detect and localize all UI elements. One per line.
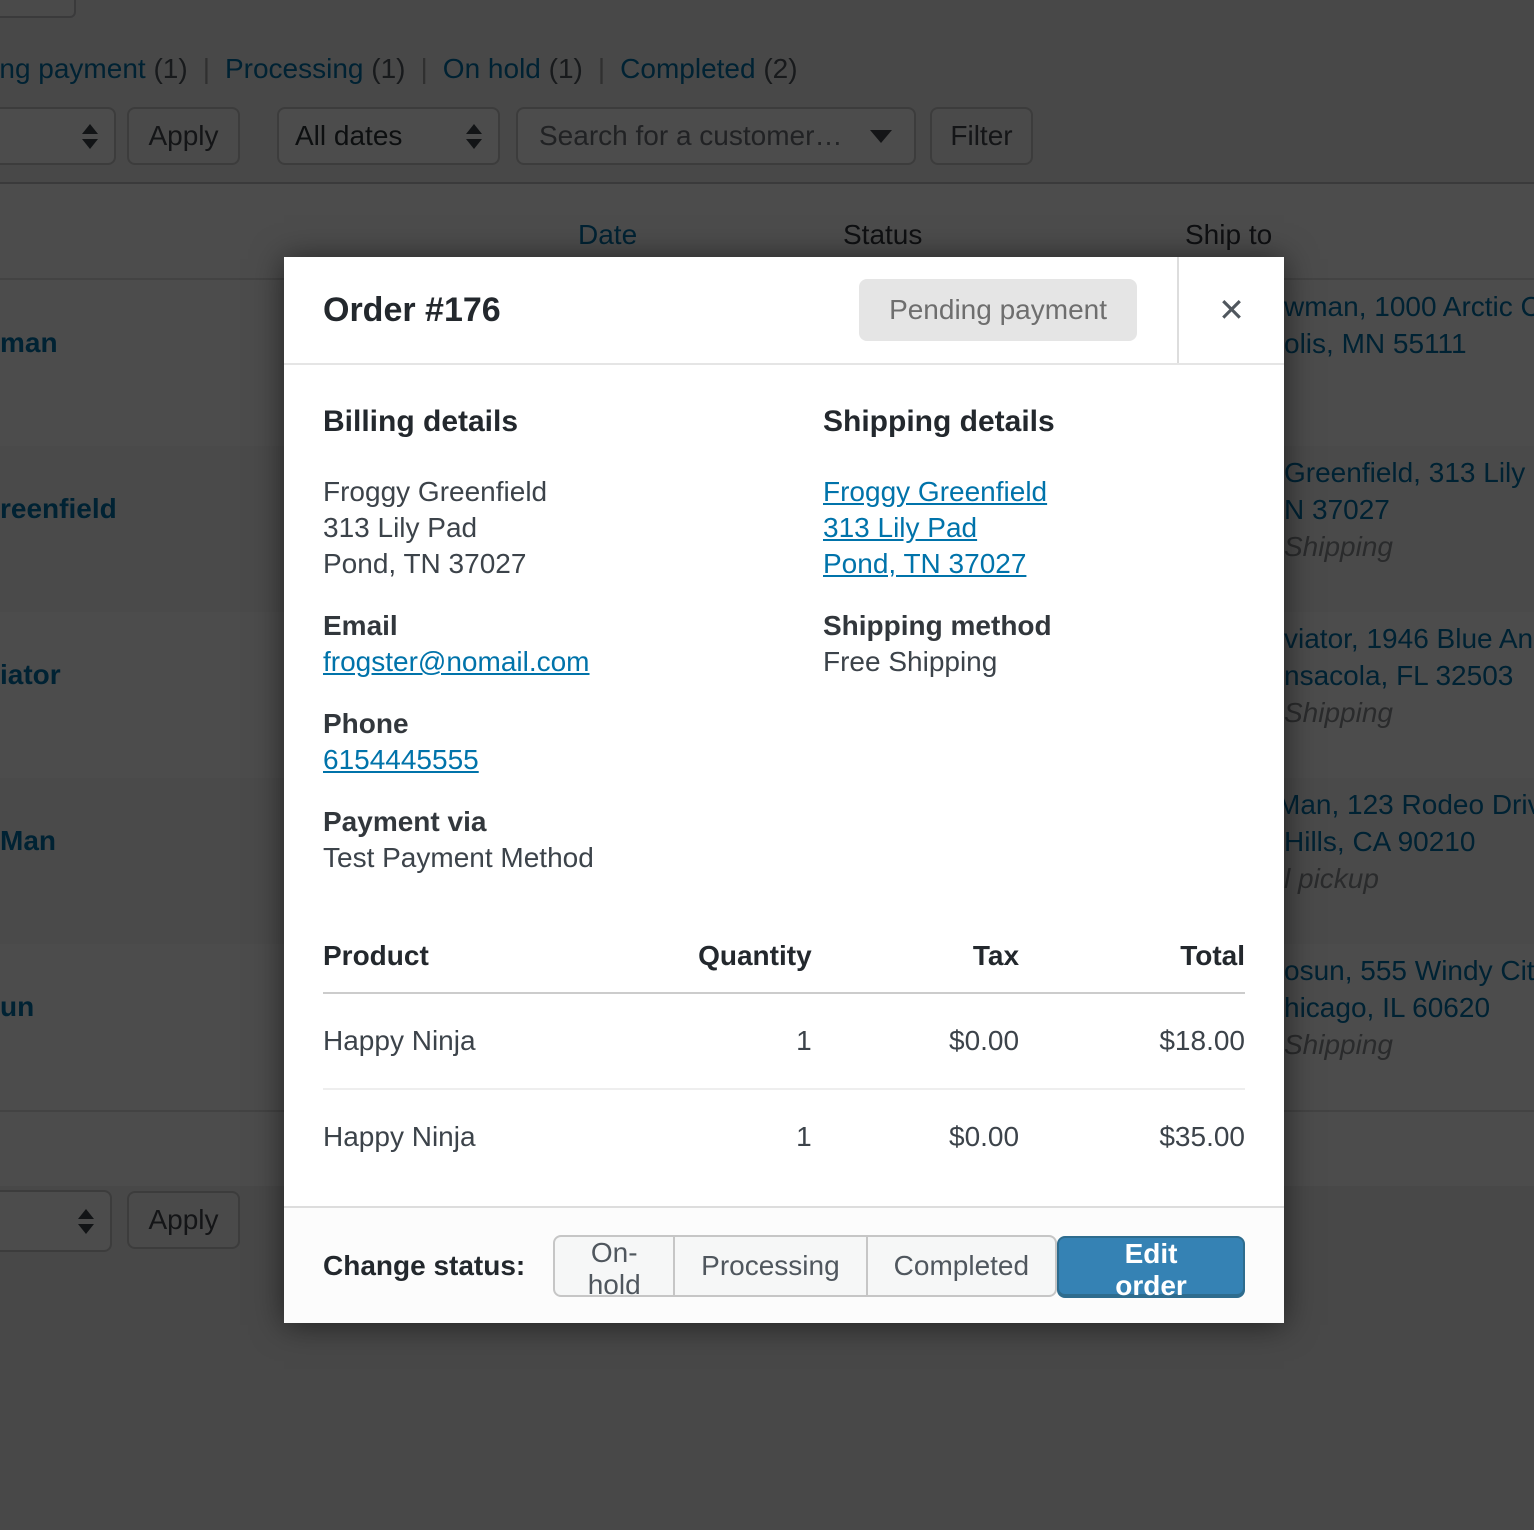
item-quantity: 1 <box>600 993 812 1089</box>
item-product: Happy Ninja <box>323 993 600 1089</box>
status-button-processing[interactable]: Processing <box>673 1235 868 1297</box>
billing-email-group: Email frogster@nomail.com <box>323 608 823 680</box>
items-column-total: Total <box>1019 940 1245 993</box>
order-item-row: Happy Ninja 1 $0.00 $18.00 <box>323 993 1245 1089</box>
change-status-button-group: On-hold Processing Completed <box>553 1235 1057 1297</box>
close-modal-button[interactable]: ✕ <box>1177 257 1284 363</box>
order-status-badge: Pending payment <box>859 279 1137 341</box>
orders-admin-screen: nding payment (1) | Processing (1) | On … <box>0 0 1534 1530</box>
shipping-address-link[interactable]: 313 Lily Pad <box>823 512 977 543</box>
phone-link[interactable]: 6154445555 <box>323 744 479 775</box>
shipping-details-heading: Shipping details <box>823 403 1245 441</box>
item-total: $18.00 <box>1019 993 1245 1089</box>
billing-details-heading: Billing details <box>323 403 823 441</box>
payment-method: Test Payment Method <box>323 840 823 876</box>
shipping-method-group: Shipping method Free Shipping <box>823 608 1245 680</box>
billing-details-section: Billing details Froggy Greenfield 313 Li… <box>323 365 823 876</box>
items-column-tax: Tax <box>812 940 1019 993</box>
status-button-on-hold[interactable]: On-hold <box>553 1235 675 1297</box>
billing-name: Froggy Greenfield <box>323 474 823 510</box>
billing-address-line: Pond, TN 37027 <box>323 546 823 582</box>
order-item-row: Happy Ninja 1 $0.00 $35.00 <box>323 1089 1245 1184</box>
modal-header: Order #176 Pending payment ✕ <box>284 257 1284 365</box>
billing-phone-group: Phone 6154445555 <box>323 706 823 778</box>
billing-address-line: 313 Lily Pad <box>323 510 823 546</box>
shipping-method-value: Free Shipping <box>823 644 1245 680</box>
shipping-address-link[interactable]: Pond, TN 37027 <box>823 548 1026 579</box>
order-title: Order #176 <box>323 291 859 330</box>
payment-via-group: Payment via Test Payment Method <box>323 804 823 876</box>
payment-via-label: Payment via <box>323 804 823 840</box>
shipping-address-link[interactable]: Froggy Greenfield <box>823 476 1047 507</box>
item-quantity: 1 <box>600 1089 812 1184</box>
order-items-table: Product Quantity Tax Total Happy Ninja 1… <box>323 940 1245 1184</box>
items-column-product: Product <box>323 940 600 993</box>
order-preview-modal: Order #176 Pending payment ✕ Billing det… <box>284 257 1284 1323</box>
status-button-completed[interactable]: Completed <box>866 1235 1057 1297</box>
email-link[interactable]: frogster@nomail.com <box>323 646 590 677</box>
item-total: $35.00 <box>1019 1089 1245 1184</box>
item-product: Happy Ninja <box>323 1089 600 1184</box>
close-icon: ✕ <box>1218 291 1245 329</box>
items-column-quantity: Quantity <box>600 940 812 993</box>
shipping-method-label: Shipping method <box>823 608 1245 644</box>
shipping-details-section: Shipping details Froggy Greenfield 313 L… <box>823 365 1245 876</box>
modal-footer: Change status: On-hold Processing Comple… <box>284 1206 1284 1323</box>
shipping-address: Froggy Greenfield 313 Lily Pad Pond, TN … <box>823 474 1245 582</box>
email-label: Email <box>323 608 823 644</box>
modal-body: Billing details Froggy Greenfield 313 Li… <box>284 365 1284 1206</box>
phone-label: Phone <box>323 706 823 742</box>
change-status-label: Change status: <box>323 1250 525 1282</box>
edit-order-button[interactable]: Edit order <box>1057 1236 1245 1296</box>
billing-address: Froggy Greenfield 313 Lily Pad Pond, TN … <box>323 474 823 582</box>
item-tax: $0.00 <box>812 1089 1019 1184</box>
item-tax: $0.00 <box>812 993 1019 1089</box>
